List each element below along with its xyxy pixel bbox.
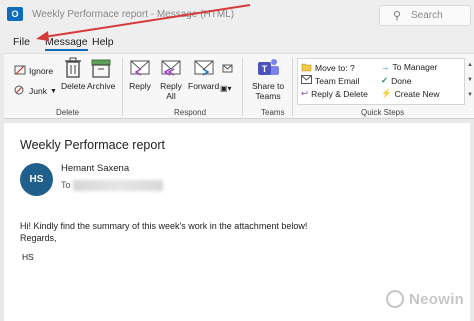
recipient-redacted (73, 180, 163, 191)
reply-all-icon (161, 60, 181, 76)
divider (122, 58, 123, 116)
ignore-icon (14, 64, 26, 78)
more-respond-dropdown-icon[interactable]: ▣▾ (220, 84, 232, 93)
reply-icon (130, 60, 150, 76)
delete-group-label: Delete (56, 108, 80, 117)
archive-icon (91, 59, 111, 78)
divider (242, 58, 243, 116)
body-line: Regards, (20, 233, 57, 243)
avatar[interactable]: HS (20, 163, 53, 196)
reply-button[interactable]: Reply (129, 57, 151, 91)
quick-steps-scroll[interactable]: ▲ ▼ ▼ (466, 58, 474, 105)
delete-button[interactable]: Delete (61, 57, 86, 91)
arrow-right-icon: → (381, 62, 390, 72)
junk-icon (14, 84, 26, 98)
quick-step-create-new[interactable]: ⚡ Create New (381, 88, 439, 99)
reply-delete-icon: ↩ (301, 88, 309, 98)
more-respond-icon[interactable] (222, 62, 234, 80)
respond-group-label: Respond (174, 108, 207, 117)
search-input[interactable]: ⚲ Search (379, 5, 471, 26)
forward-icon (194, 60, 214, 76)
neowin-logo-icon (386, 290, 404, 308)
menu-message[interactable]: Message (45, 36, 88, 51)
ribbon: Ignore Junk ▼ Delete Archive Delete Repl… (4, 53, 474, 119)
outlook-icon: O (7, 7, 23, 21)
envelope-icon (301, 75, 312, 86)
quick-step-done[interactable]: ✓ Done (381, 75, 411, 86)
checkmark-icon: ✓ (381, 75, 389, 85)
search-icon: ⚲ (393, 10, 402, 22)
menu-help[interactable]: Help (92, 36, 114, 48)
menu-file[interactable]: File (13, 36, 30, 48)
quick-step-to-manager[interactable]: → To Manager (381, 62, 437, 72)
share-to-teams-button[interactable]: T Share to Teams (252, 57, 284, 101)
search-placeholder: Search (411, 10, 443, 21)
chevron-down-icon: ▼ (49, 87, 57, 95)
ignore-button[interactable]: Ignore (14, 64, 53, 78)
quick-step-reply-delete[interactable]: ↩ Reply & Delete (301, 88, 368, 99)
archive-button[interactable]: Archive (87, 57, 115, 91)
message-subject: Weekly Performace report (20, 138, 165, 152)
body-line: Hi! Kindly find the summary of this week… (20, 221, 308, 231)
forward-button[interactable]: Forward (188, 57, 219, 91)
menu-bar: File Message Help (0, 33, 474, 53)
folder-icon (301, 62, 312, 74)
to-label: To (61, 180, 71, 190)
delete-icon (65, 57, 82, 78)
sender-name[interactable]: Hemant Saxena (61, 163, 129, 174)
svg-text:T: T (262, 64, 268, 74)
signature: HS (22, 252, 34, 262)
window-title: Weekly Performace report - Message (HTML… (32, 9, 235, 20)
reply-all-button[interactable]: Reply All (160, 57, 182, 101)
quick-step-move-to[interactable]: Move to: ? (301, 62, 355, 74)
teams-group-label: Teams (261, 108, 285, 117)
divider (292, 58, 293, 116)
junk-button[interactable]: Junk ▼ (14, 84, 57, 98)
title-bar: O Weekly Performace report - Message (HT… (0, 0, 474, 33)
quick-step-team-email[interactable]: Team Email (301, 75, 359, 86)
quick-steps-group-label: Quick Steps (361, 108, 405, 117)
teams-icon: T (258, 59, 280, 75)
lightning-icon: ⚡ (381, 88, 392, 98)
neowin-watermark: Neowin (386, 290, 464, 308)
